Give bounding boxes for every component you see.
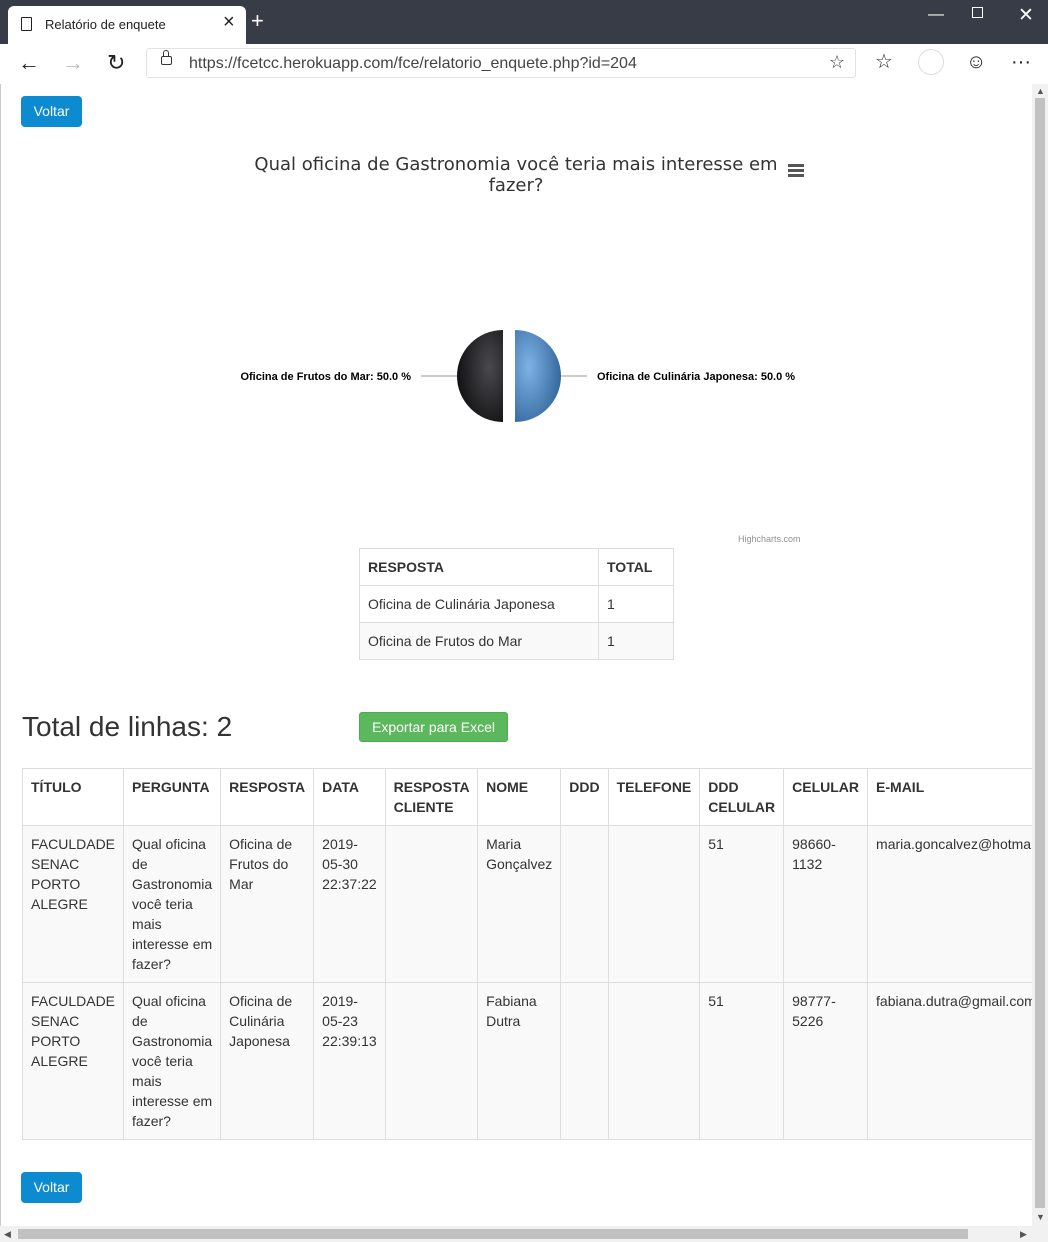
- pie-data-label: Oficina de Frutos do Mar: 50.0 %: [240, 371, 411, 383]
- profile-avatar[interactable]: [918, 49, 944, 75]
- pie-data-label: Oficina de Culinária Japonesa: 50.0 %: [597, 371, 795, 383]
- table-cell: 51: [699, 825, 785, 983]
- forward-icon[interactable]: →: [62, 50, 84, 76]
- column-header: DDD CELULAR: [699, 768, 785, 826]
- tab-title: Relatório de enquete: [45, 17, 166, 32]
- table-header-row: RESPOSTA TOTAL: [359, 548, 674, 586]
- table-row: Oficina de Culinária Japonesa 1: [359, 585, 674, 623]
- page-icon: [21, 17, 32, 31]
- scroll-up-icon[interactable]: ▲: [1036, 86, 1045, 96]
- column-header: RESPOSTA: [359, 548, 599, 586]
- page-viewport: Voltar Qual oficina de Gastronomia você …: [0, 84, 1032, 1226]
- url-text: https://fcetcc.herokuapp.com/fce/relator…: [189, 55, 637, 72]
- table-cell: Oficina de Frutos do Mar: [359, 622, 599, 660]
- table-cell: [560, 825, 609, 983]
- table-row: Oficina de Frutos do Mar 1: [359, 622, 674, 660]
- table-cell: 51: [699, 982, 785, 1140]
- column-header: DATA: [313, 768, 386, 826]
- close-tab-icon[interactable]: ×: [223, 12, 235, 32]
- column-header: E-MAIL: [867, 768, 1032, 826]
- horizontal-scrollbar[interactable]: ◀ ▶: [0, 1226, 1048, 1242]
- table-cell: [384, 825, 479, 983]
- table-cell: Oficina de Culinária Japonesa: [220, 982, 315, 1140]
- scroll-left-icon[interactable]: ◀: [4, 1229, 11, 1240]
- table-cell: maria.goncalvez@hotmail.com: [867, 825, 1032, 983]
- summary-table: RESPOSTA TOTAL Oficina de Culinária Japo…: [359, 548, 674, 660]
- browser-tab[interactable]: Relatório de enquete ×: [8, 6, 246, 44]
- chart-menu-icon[interactable]: [788, 164, 804, 178]
- table-cell: 2019-05-30 22:37:22: [313, 825, 386, 983]
- address-bar[interactable]: https://fcetcc.herokuapp.com/fce/relator…: [146, 48, 856, 78]
- table-cell: [560, 982, 609, 1140]
- vertical-scroll-thumb[interactable]: [1035, 98, 1045, 1208]
- table-row: FACULDADE SENAC PORTO ALEGRE Qual oficin…: [21, 825, 1032, 983]
- new-tab-icon[interactable]: +: [251, 10, 264, 32]
- lock-icon: [161, 50, 172, 65]
- favorite-star-icon[interactable]: ☆: [829, 52, 845, 73]
- maximize-icon[interactable]: [972, 7, 983, 18]
- pie-chart: Oficina de Culinária Japonesa: 50.0 % Ofi…: [240, 330, 795, 422]
- table-cell: Fabiana Dutra: [477, 982, 562, 1140]
- close-window-icon[interactable]: ✕: [1018, 4, 1034, 27]
- browser-titlebar: Relatório de enquete × + — ✕: [0, 0, 1048, 44]
- total-lines-heading: Total de linhas: 2: [22, 711, 233, 742]
- feedback-smiley-icon[interactable]: ☺: [966, 52, 986, 72]
- column-header: PERGUNTA: [123, 768, 222, 826]
- scroll-right-icon[interactable]: ▶: [1020, 1229, 1027, 1240]
- table-cell: Maria Gonçalvez: [477, 825, 562, 983]
- scroll-down-icon[interactable]: ▼: [1036, 1212, 1045, 1222]
- favorites-list-icon[interactable]: ☆: [875, 52, 893, 72]
- table-cell: 98660-1132: [783, 825, 869, 983]
- vertical-scrollbar[interactable]: ▲ ▼: [1032, 84, 1048, 1226]
- table-cell: 1: [598, 622, 674, 660]
- table-cell: [384, 982, 479, 1140]
- export-excel-button[interactable]: Exportar para Excel: [359, 712, 508, 742]
- horizontal-scroll-thumb[interactable]: [18, 1229, 968, 1239]
- column-header: DDD: [560, 768, 609, 826]
- column-header: RESPOSTA: [220, 768, 315, 826]
- table-cell: [607, 982, 701, 1140]
- pie-slice[interactable]: [515, 330, 561, 422]
- more-menu-icon[interactable]: ···: [1011, 52, 1031, 72]
- table-cell: Qual oficina de Gastronomia você teria m…: [123, 982, 222, 1140]
- table-cell: 98777-5226: [783, 982, 869, 1140]
- table-row: FACULDADE SENAC PORTO ALEGRE Qual oficin…: [21, 982, 1032, 1140]
- table-cell: [607, 825, 701, 983]
- table-cell: FACULDADE SENAC PORTO ALEGRE: [21, 825, 125, 983]
- table-header-row: TÍTULO PERGUNTA RESPOSTA DATA RESPOSTA C…: [21, 768, 1032, 826]
- pie-slice[interactable]: [457, 330, 503, 422]
- back-button-bottom[interactable]: Voltar: [21, 1172, 82, 1203]
- responses-table: TÍTULO PERGUNTA RESPOSTA DATA RESPOSTA C…: [21, 768, 1032, 1140]
- table-cell: 1: [598, 585, 674, 623]
- table-cell: Oficina de Frutos do Mar: [220, 825, 315, 983]
- column-header: TOTAL: [598, 548, 674, 586]
- back-icon[interactable]: ←: [18, 50, 40, 76]
- table-cell: Qual oficina de Gastronomia você teria m…: [123, 825, 222, 983]
- minimize-icon[interactable]: —: [928, 6, 944, 24]
- column-header: CELULAR: [783, 768, 869, 826]
- column-header: NOME: [477, 768, 562, 826]
- table-cell: FACULDADE SENAC PORTO ALEGRE: [21, 982, 125, 1140]
- refresh-icon[interactable]: ↻: [107, 50, 125, 76]
- column-header: TELEFONE: [607, 768, 701, 826]
- table-cell: fabiana.dutra@gmail.com: [867, 982, 1032, 1140]
- table-cell: 2019-05-23 22:39:13: [313, 982, 386, 1140]
- table-cell: Oficina de Culinária Japonesa: [359, 585, 599, 623]
- chart-title: Qual oficina de Gastronomia você teria m…: [254, 154, 778, 196]
- browser-toolbar: ← → ↻ https://fcetcc.herokuapp.com/fce/r…: [0, 44, 1048, 84]
- column-header: RESPOSTA CLIENTE: [384, 768, 479, 826]
- highcharts-credit[interactable]: Highcharts.com: [738, 534, 801, 544]
- back-button-top[interactable]: Voltar: [21, 96, 82, 127]
- column-header: TÍTULO: [21, 768, 125, 826]
